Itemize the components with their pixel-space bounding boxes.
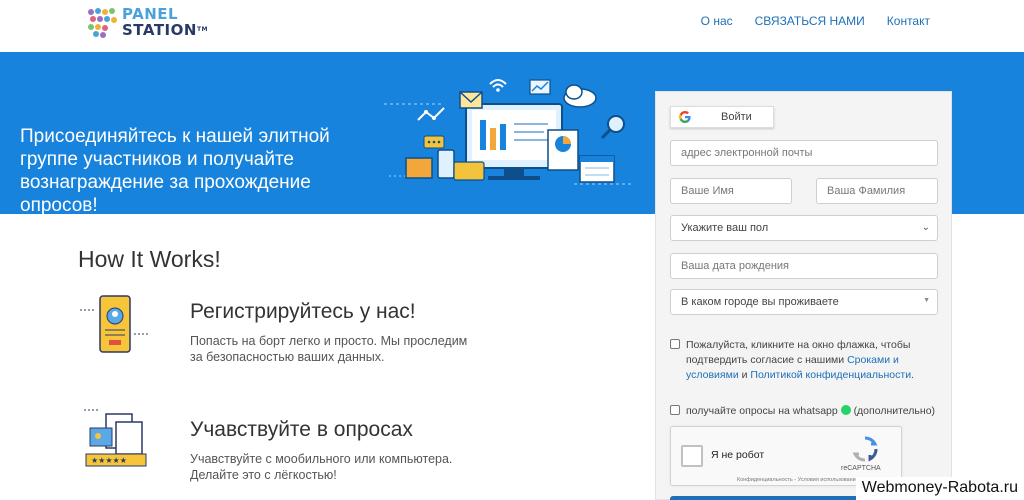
whatsapp-optional-text: (дополнительно) xyxy=(853,405,936,417)
email-field[interactable]: адрес электронной почты xyxy=(670,140,938,166)
terms-link-part2[interactable]: условиями xyxy=(686,369,739,381)
chevron-down-icon: ⌄ xyxy=(921,222,930,233)
terms-link-part1[interactable]: Сроками и xyxy=(847,354,899,366)
city-select-value: В каком городе вы проживаете xyxy=(681,296,839,308)
logo-wordmark: PANEL STATIONTM xyxy=(122,6,208,38)
google-g-icon xyxy=(679,111,691,123)
recaptcha-checkbox[interactable] xyxy=(681,445,703,467)
consent-text-line1: Пожалуйста, кликните на окно флажка, что… xyxy=(686,339,911,351)
consent-text-line2: подтвердить согласие с нашими xyxy=(686,354,845,366)
top-navigation-bar: PANEL STATIONTM О нас СВЯЗАТЬСЯ НАМИ Кон… xyxy=(0,0,1024,52)
step-2-desc-line2: Делайте это с лёгкостью! xyxy=(190,468,337,482)
recaptcha-brand: reCAPTCHA xyxy=(841,465,881,472)
nav-contact-us-link[interactable]: СВЯЗАТЬСЯ НАМИ xyxy=(755,14,865,28)
gender-select[interactable]: Укажите ваш пол ⌄ xyxy=(670,215,938,241)
first-name-field[interactable]: Ваше Имя xyxy=(670,178,792,204)
analytics-illustration-icon xyxy=(384,79,634,185)
google-signin-button[interactable]: Войти xyxy=(670,106,774,128)
last-name-placeholder: Ваша Фамилия xyxy=(827,185,906,197)
step-2-title: Учавствуйте в опросах xyxy=(190,418,413,441)
birthdate-placeholder: Ваша дата рождения xyxy=(681,260,790,272)
whatsapp-checkbox[interactable] xyxy=(670,405,680,415)
gender-select-value: Укажите ваш пол xyxy=(681,222,769,234)
whatsapp-checkbox-row: получайте опросы на whatsapp (дополнител… xyxy=(670,404,940,419)
svg-text:★★★★★: ★★★★★ xyxy=(91,456,127,465)
step-1-description: Попасть на борт легко и просто. Мы просл… xyxy=(190,333,510,365)
hero-headline: Присоединяйтесь к нашей элитной группе у… xyxy=(20,126,330,216)
first-name-placeholder: Ваше Имя xyxy=(681,185,734,197)
step-1-title: Регистрируйтесь у нас! xyxy=(190,300,416,323)
city-select[interactable]: В каком городе вы проживаете ▼ xyxy=(670,289,938,315)
recaptcha-label: Я не робот xyxy=(711,449,765,461)
logo-dots-icon xyxy=(88,8,117,38)
step-1-desc-line1: Попасть на борт легко и просто. Мы просл… xyxy=(190,334,468,348)
consent-checkbox[interactable] xyxy=(670,339,680,349)
survey-documents-icon: ★★★★★ xyxy=(84,409,147,467)
registration-phone-icon xyxy=(80,295,150,353)
step-2-description: Учавствуйте с мообильного или компьютера… xyxy=(190,451,510,483)
nav-contacts-link[interactable]: Контакт xyxy=(887,14,930,28)
step-1-desc-line2: за безопасностью ваших данных. xyxy=(190,350,385,364)
consent-checkbox-row: Пожалуйста, кликните на окно флажка, что… xyxy=(670,338,940,386)
nav-about-link[interactable]: О нас xyxy=(701,14,733,28)
logo-tm: TM xyxy=(196,26,209,33)
consent-dot: . xyxy=(911,369,914,381)
consent-and: и xyxy=(741,369,748,381)
logo-line-1: PANEL xyxy=(122,5,179,23)
step-2-desc-line1: Учавствуйте с мообильного или компьютера… xyxy=(190,452,453,466)
birthdate-field[interactable]: Ваша дата рождения xyxy=(670,253,938,279)
google-signin-label: Войти xyxy=(721,111,752,123)
main-nav: О нас СВЯЗАТЬСЯ НАМИ Контакт xyxy=(701,14,930,28)
signup-form-panel: Войти адрес электронной почты Ваше Имя В… xyxy=(655,91,952,500)
how-it-works-title: How It Works! xyxy=(78,246,221,272)
recaptcha-terms[interactable]: Конфиденциальность - Условия использован… xyxy=(737,477,859,483)
privacy-policy-link[interactable]: Политикой конфиденциальности xyxy=(750,369,911,381)
recaptcha-logo-icon xyxy=(852,436,878,462)
last-name-field[interactable]: Ваша Фамилия xyxy=(816,178,938,204)
logo-line-2: STATION xyxy=(122,21,197,39)
whatsapp-text: получайте опросы на whatsapp xyxy=(686,405,838,417)
email-placeholder: адрес электронной почты xyxy=(681,147,813,159)
whatsapp-icon xyxy=(840,405,851,415)
panelstation-logo[interactable]: PANEL STATIONTM xyxy=(86,4,208,44)
site-watermark: Webmoney-Rabota.ru xyxy=(855,477,1024,500)
triangle-down-icon: ▼ xyxy=(923,297,930,304)
